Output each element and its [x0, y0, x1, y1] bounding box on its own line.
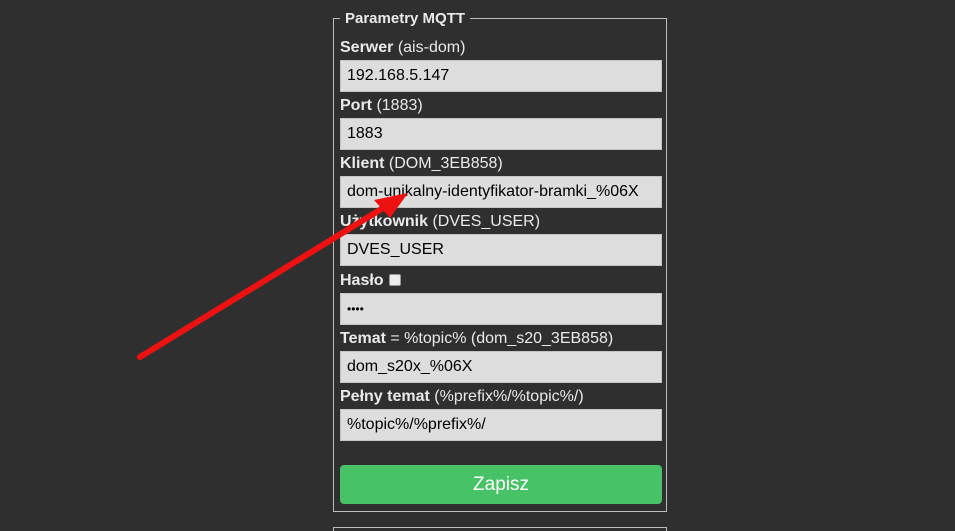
- client-input[interactable]: dom-unikalny-identyfikator-bramki_%06X: [340, 176, 662, 208]
- server-hint: (ais-dom): [397, 39, 466, 56]
- client-label-text: Klient: [340, 155, 385, 172]
- full-topic-label: Pełny temat (%prefix%/%topic%/): [340, 388, 662, 406]
- server-label-text: Serwer: [340, 39, 394, 56]
- server-label: Serwer (ais-dom): [340, 39, 662, 57]
- full-topic-input[interactable]: %topic%/%prefix%/: [340, 409, 662, 441]
- user-input[interactable]: DVES_USER: [340, 234, 662, 266]
- port-hint: (1883): [376, 97, 423, 114]
- user-hint: (DVES_USER): [432, 213, 541, 230]
- topic-field: Temat = %topic% (dom_s20_3EB858) dom_s20…: [340, 330, 662, 383]
- full-topic-field: Pełny temat (%prefix%/%topic%/) %topic%/…: [340, 388, 662, 441]
- user-label: Użytkownik (DVES_USER): [340, 213, 662, 231]
- password-label-text: Hasło: [340, 272, 384, 289]
- client-label: Klient (DOM_3EB858): [340, 155, 662, 173]
- port-label-text: Port: [340, 97, 372, 114]
- fieldset-legend: Parametry MQTT: [345, 10, 466, 27]
- topic-label: Temat = %topic% (dom_s20_3EB858): [340, 330, 662, 348]
- full-topic-label-text: Pełny temat: [340, 388, 430, 405]
- password-input[interactable]: ••••: [340, 293, 662, 325]
- client-field: Klient (DOM_3EB858) dom-unikalny-identyf…: [340, 155, 662, 208]
- user-field: Użytkownik (DVES_USER) DVES_USER: [340, 213, 662, 266]
- server-field: Serwer (ais-dom) 192.168.5.147: [340, 39, 662, 92]
- password-label: Hasło: [340, 272, 662, 290]
- port-label: Port (1883): [340, 97, 662, 115]
- topic-label-text: Temat: [340, 330, 386, 347]
- save-button[interactable]: Zapisz: [340, 465, 662, 504]
- mqtt-settings-page: Parametry MQTT Serwer (ais-dom) 192.168.…: [0, 0, 955, 531]
- next-fieldset-edge: [333, 527, 667, 531]
- full-topic-hint: (%prefix%/%topic%/): [434, 388, 584, 405]
- topic-input[interactable]: dom_s20x_%06X: [340, 351, 662, 383]
- port-input[interactable]: 1883: [340, 118, 662, 150]
- port-field: Port (1883) 1883: [340, 97, 662, 150]
- client-hint: (DOM_3EB858): [388, 155, 503, 172]
- password-field: Hasło ••••: [340, 272, 662, 325]
- show-password-checkbox[interactable]: [388, 274, 401, 286]
- server-input[interactable]: 192.168.5.147: [340, 60, 662, 92]
- user-label-text: Użytkownik: [340, 213, 429, 230]
- topic-hint: = %topic% (dom_s20_3EB858): [390, 330, 614, 347]
